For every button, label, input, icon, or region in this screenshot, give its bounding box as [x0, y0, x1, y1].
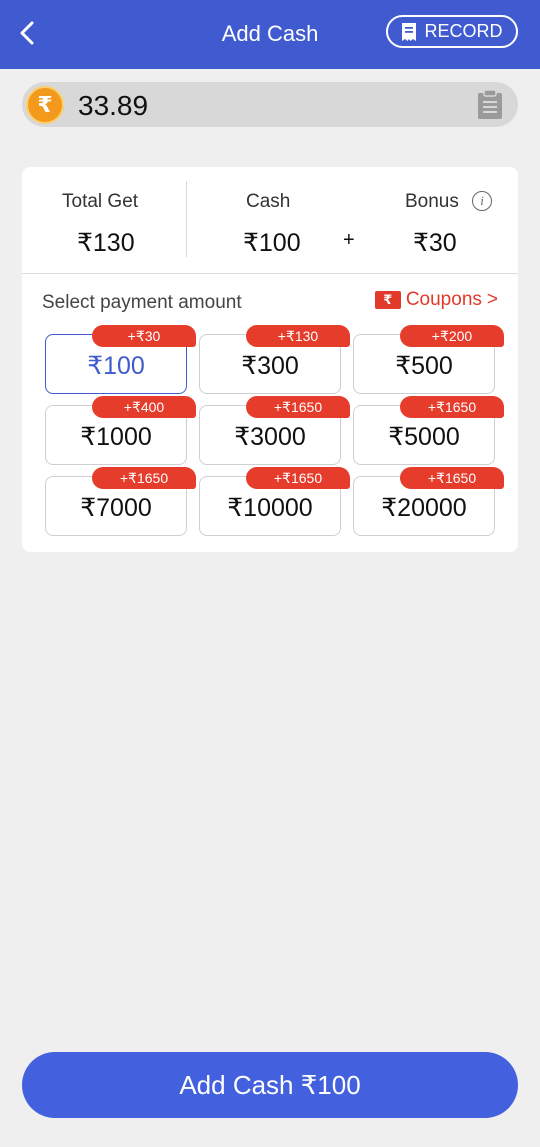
- plus-sign: +: [343, 229, 355, 251]
- balance-bar: ₹ 33.89: [22, 82, 518, 127]
- add-cash-button[interactable]: Add Cash ₹100: [22, 1052, 518, 1118]
- amount-value: ₹10000: [227, 494, 313, 522]
- summary-divider: [186, 181, 187, 257]
- amount-value: ₹1000: [80, 423, 152, 451]
- bonus-tag: +₹1650: [400, 396, 504, 418]
- total-get-value: ₹130: [77, 229, 135, 257]
- receipt-icon: [402, 22, 417, 41]
- bonus-tag: +₹400: [92, 396, 196, 418]
- card-divider: [22, 273, 518, 274]
- info-icon[interactable]: i: [472, 191, 492, 211]
- bonus-tag: +₹1650: [400, 467, 504, 489]
- amount-value: ₹3000: [234, 423, 306, 451]
- coupons-link[interactable]: ₹ Coupons >: [374, 289, 498, 311]
- amount-value: ₹7000: [80, 494, 152, 522]
- total-get-label: Total Get: [62, 191, 139, 212]
- coupons-label: Coupons: [405, 289, 482, 310]
- cash-value: ₹100: [243, 229, 301, 257]
- bonus-tag: +₹1650: [246, 396, 350, 418]
- bonus-tag: +₹1650: [246, 467, 350, 489]
- coupon-ticket-icon: ₹: [374, 291, 401, 309]
- balance-value: 33.89: [78, 90, 149, 121]
- amount-value: ₹20000: [381, 494, 467, 522]
- bonus-label: Bonus: [405, 191, 459, 212]
- record-button[interactable]: RECORD: [386, 15, 518, 48]
- amount-value: ₹5000: [388, 423, 460, 451]
- payment-card: Total Get ₹130 Cash ₹100 + Bonus i ₹30 S…: [22, 167, 518, 552]
- clipboard-icon[interactable]: [476, 90, 504, 120]
- summary-section: Total Get ₹130 Cash ₹100 + Bonus i ₹30: [22, 167, 518, 273]
- bonus-tag: +₹200: [400, 325, 504, 347]
- amount-value: ₹300: [241, 352, 299, 380]
- amount-value: ₹500: [395, 352, 453, 380]
- app-header: Add Cash RECORD: [0, 0, 540, 69]
- bonus-tag: +₹30: [92, 325, 196, 347]
- amount-value: ₹100: [87, 352, 145, 380]
- bonus-value: ₹30: [413, 229, 457, 257]
- bonus-tag: +₹1650: [92, 467, 196, 489]
- record-label: RECORD: [424, 21, 503, 41]
- cash-label: Cash: [246, 191, 291, 212]
- select-payment-label: Select payment amount: [42, 292, 242, 313]
- rupee-coin-icon: ₹: [26, 86, 64, 124]
- bonus-tag: +₹130: [246, 325, 350, 347]
- chevron-right-icon: >: [486, 289, 498, 310]
